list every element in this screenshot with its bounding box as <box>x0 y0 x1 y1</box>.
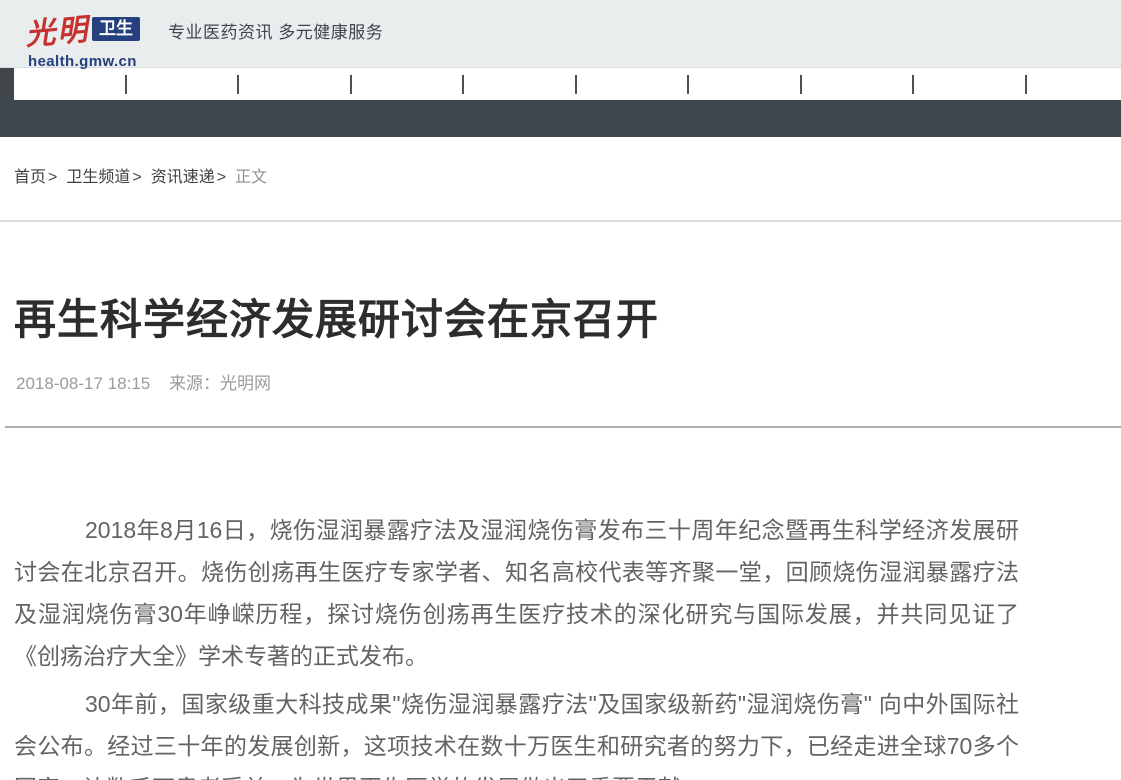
title-divider <box>5 426 1121 428</box>
site-logo[interactable]: 光明 卫生 health.gmw.cn <box>25 7 140 70</box>
site-header: 光明 卫生 health.gmw.cn 专业医药资讯 多元健康服务 <box>0 0 1121 68</box>
nav-item[interactable] <box>1027 68 1121 100</box>
breadcrumb: 首页>卫生频道>资讯速递>正文 <box>0 137 1121 222</box>
article-date: 2018-08-17 18:15 <box>16 374 150 393</box>
breadcrumb-link[interactable]: 资讯速递 <box>151 169 215 186</box>
article-source: 来源：光明网 <box>169 374 271 393</box>
nav-menu <box>14 68 1121 100</box>
breadcrumb-separator: > <box>217 169 226 186</box>
breadcrumb-current: 正文 <box>235 169 267 186</box>
nav-item[interactable] <box>802 68 913 100</box>
nav-item[interactable] <box>464 68 575 100</box>
article: 再生科学经济发展研讨会在京召开 2018-08-17 18:15 来源：光明网 … <box>0 296 1121 780</box>
breadcrumb-link[interactable]: 首页 <box>14 169 46 186</box>
nav-item[interactable] <box>914 68 1025 100</box>
nav-item[interactable] <box>14 68 125 100</box>
article-paragraph: 30年前，国家级重大科技成果"烧伤湿润暴露疗法"及国家级新药"湿润烧伤膏" 向中… <box>14 683 1019 780</box>
logo-guangming-script: 光明 <box>23 4 91 53</box>
nav-item[interactable] <box>352 68 463 100</box>
article-meta: 2018-08-17 18:15 来源：光明网 <box>16 374 1121 394</box>
nav-item[interactable] <box>689 68 800 100</box>
breadcrumb-separator: > <box>132 169 141 186</box>
article-paragraph: 2018年8月16日，烧伤湿润暴露疗法及湿润烧伤膏发布三十周年纪念暨再生科学经济… <box>14 509 1019 677</box>
logo-health-badge: 卫生 <box>92 17 140 41</box>
main-nav <box>0 68 1121 137</box>
nav-item[interactable] <box>577 68 688 100</box>
site-tagline: 专业医药资讯 多元健康服务 <box>168 18 383 43</box>
article-title: 再生科学经济发展研讨会在京召开 <box>14 296 1121 344</box>
nav-item[interactable] <box>127 68 238 100</box>
breadcrumb-separator: > <box>48 169 57 186</box>
breadcrumb-link[interactable]: 卫生频道 <box>66 169 130 186</box>
nav-item[interactable] <box>239 68 350 100</box>
